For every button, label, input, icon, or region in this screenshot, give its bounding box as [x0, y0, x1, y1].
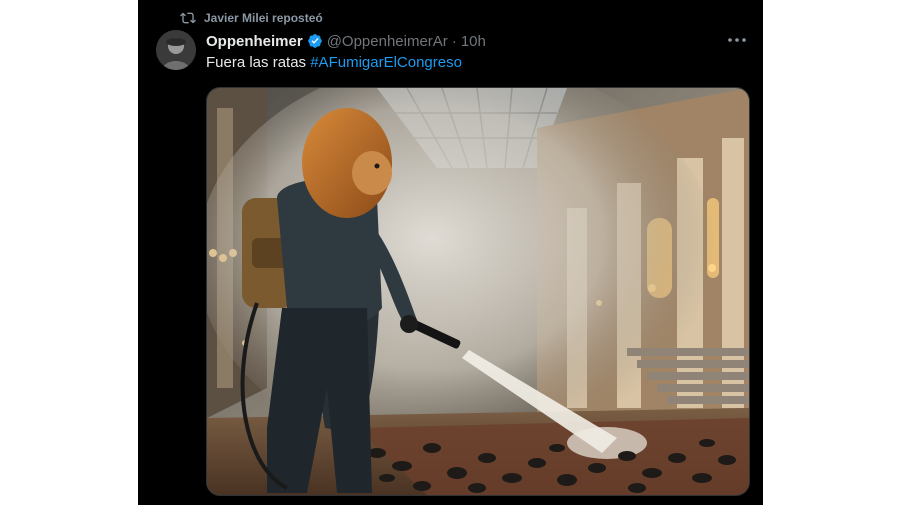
tweet-media-image[interactable]	[206, 87, 750, 496]
tweet-header: Oppenheimer @OppenheimerAr · 10h	[206, 31, 486, 51]
lion-fumigating-illustration	[207, 88, 749, 495]
repost-icon	[180, 12, 196, 24]
tweet-body: Fuera las ratas	[206, 54, 307, 71]
repost-indicator[interactable]: Javier Milei reposteó	[180, 9, 323, 27]
verified-badge-icon	[307, 34, 322, 48]
tweet-text: Fuera las ratas #AFumigarElCongreso	[206, 54, 462, 71]
tweet-card[interactable]: Javier Milei reposteó Oppenheimer @Oppen…	[138, 0, 763, 505]
hashtag-link[interactable]: #AFumigarElCongreso	[310, 54, 462, 71]
avatar-image	[156, 30, 196, 70]
separator-dot: ·	[451, 32, 457, 50]
author-handle[interactable]: @OppenheimerAr	[327, 33, 448, 50]
post-time[interactable]: 10h	[461, 33, 486, 50]
author-name[interactable]: Oppenheimer	[206, 33, 303, 50]
avatar[interactable]	[156, 30, 196, 70]
more-options-icon[interactable]	[727, 32, 747, 48]
repost-label: Javier Milei reposteó	[204, 11, 323, 25]
